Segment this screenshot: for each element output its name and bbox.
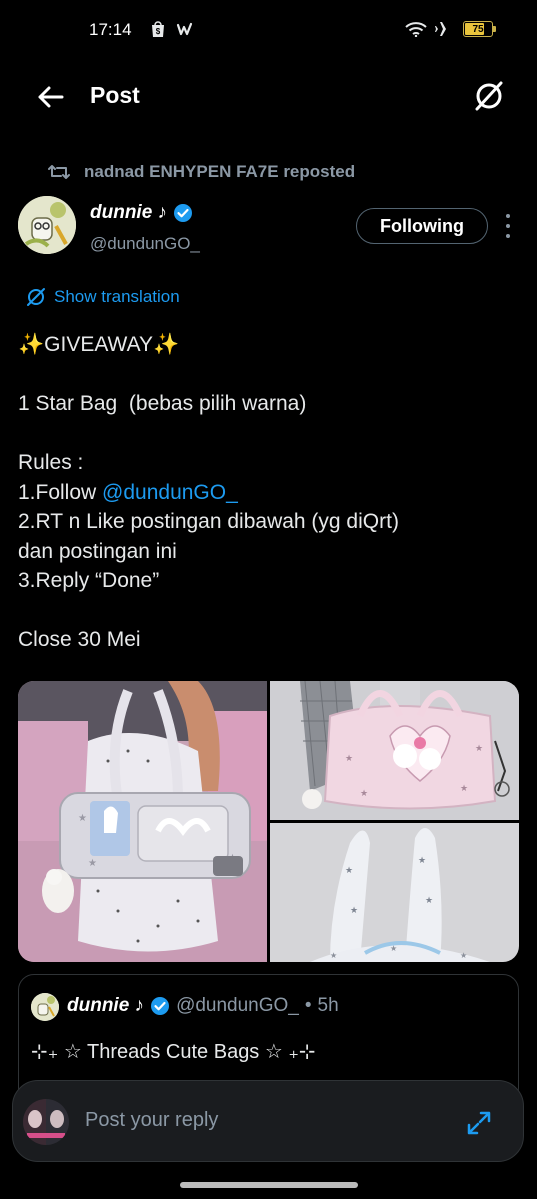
svg-text:★: ★: [390, 944, 397, 953]
quoted-avatar-image: [31, 993, 59, 1021]
avatar-image: [18, 196, 76, 254]
svg-text:★: ★: [360, 789, 368, 799]
svg-text:★: ★: [345, 866, 353, 876]
more-dot: [506, 214, 510, 218]
verified-badge-icon: [151, 997, 170, 1015]
svg-text:★: ★: [418, 856, 426, 866]
bag-photo-1[interactable]: ★ ★ ★ ★: [18, 681, 267, 962]
more-dot: [506, 224, 510, 228]
svg-text:★: ★: [460, 951, 467, 960]
repost-text: nadnad ENHYPEN FA7E reposted: [84, 162, 356, 181]
bag-photo-3[interactable]: ★ ★ ★ ★ ★ ★ ★: [270, 823, 519, 962]
expand-icon: [467, 1111, 491, 1135]
svg-text:★: ★: [425, 896, 433, 906]
repost-indicator[interactable]: nadnad ENHYPEN FA7E reposted: [48, 162, 355, 182]
expand-reply-button[interactable]: [461, 1105, 497, 1141]
quoted-timestamp: 5h: [317, 995, 339, 1016]
post-line: 2.RT n Like postingan dibawah (yg diQrt): [18, 510, 399, 533]
media-grid: ★ ★ ★ ★ ★ ★ ★ ★ ★ ★ ★ ★ ★: [18, 681, 519, 962]
svg-text:★: ★: [345, 754, 353, 764]
post-line: 3.Reply “Done”: [18, 569, 160, 592]
translate-icon: [27, 288, 45, 306]
show-translation-link[interactable]: Show translation: [26, 287, 180, 307]
arrow-left-icon: [38, 86, 64, 108]
bag-photo-2-image: ★ ★ ★ ★: [270, 681, 519, 820]
back-button[interactable]: [30, 80, 70, 114]
reply-input[interactable]: Post your reply: [85, 1109, 218, 1132]
svg-text:★: ★: [460, 784, 468, 794]
translate-button[interactable]: [469, 76, 509, 116]
status-bar: 17:14 $ 75: [0, 0, 537, 62]
svg-text:$: $: [156, 27, 161, 36]
shop-icon: $: [152, 21, 164, 37]
show-translation-text: Show translation: [54, 287, 180, 306]
svg-text:★: ★: [475, 744, 483, 754]
post-line: ✨GIVEAWAY✨: [18, 333, 180, 356]
svg-text:★: ★: [350, 906, 358, 916]
post-line: Rules :: [18, 451, 84, 474]
repost-icon: [48, 165, 70, 179]
post-line: Close 30 Mei: [18, 628, 141, 651]
reply-bar: Post your reply: [12, 1080, 524, 1162]
bag-photo-3-image: ★ ★ ★ ★ ★ ★ ★: [270, 823, 519, 962]
bag-photo-2[interactable]: ★ ★ ★ ★: [270, 681, 519, 820]
status-icons-left: $: [150, 20, 196, 38]
battery-level: 75: [472, 23, 484, 35]
more-options-button[interactable]: [498, 214, 518, 238]
svg-text:★: ★: [88, 858, 97, 869]
mention-link[interactable]: @dundunGO_: [102, 481, 238, 504]
author-avatar[interactable]: [18, 196, 76, 254]
quoted-post-text: ⊹₊ ☆ Threads Cute Bags ☆ ₊⊹: [31, 1041, 316, 1063]
post-line: 1 Star Bag (bebas pilih warna): [18, 392, 307, 415]
post-body: ✨GIVEAWAY✨ 1 Star Bag (bebas pilih warna…: [18, 330, 523, 655]
battery-tip: [493, 26, 496, 32]
svg-text:★: ★: [330, 951, 337, 960]
author-name[interactable]: dunnie ♪: [90, 202, 193, 224]
following-button[interactable]: Following: [356, 208, 488, 244]
page-title: Post: [90, 82, 140, 108]
battery-body: 75: [463, 21, 493, 37]
quoted-author-name: dunnie ♪: [67, 995, 145, 1016]
verified-badge-icon: [174, 204, 193, 222]
user-avatar-image: [23, 1099, 69, 1145]
author-name-text: dunnie ♪: [90, 202, 168, 223]
post-line-follow: 1.Follow @dundunGO_: [18, 478, 523, 508]
post-line: dan postingan ini: [18, 539, 177, 563]
home-indicator[interactable]: [180, 1182, 358, 1188]
battery-icon: 75: [463, 21, 496, 37]
status-icons-right: 75: [405, 20, 496, 38]
user-avatar[interactable]: [23, 1099, 69, 1145]
follow-rule-text: 1.Follow: [18, 480, 103, 504]
w-app-icon: [176, 22, 193, 36]
status-time: 17:14: [89, 20, 132, 39]
quoted-author-handle: @dundunGO_: [176, 995, 299, 1016]
translate-slash-icon: [475, 81, 503, 111]
wifi-icon: [405, 22, 427, 37]
bag-photo-1-image: ★ ★ ★ ★: [18, 681, 267, 962]
more-dot: [506, 234, 510, 238]
quoted-author-line: dunnie ♪ @dundunGO_ • 5h: [67, 995, 339, 1017]
airplane-icon: [435, 22, 454, 36]
author-handle[interactable]: @dundunGO_: [90, 234, 200, 254]
svg-text:★: ★: [78, 813, 87, 824]
quoted-author-avatar: [31, 993, 59, 1021]
quoted-separator: •: [304, 995, 312, 1016]
